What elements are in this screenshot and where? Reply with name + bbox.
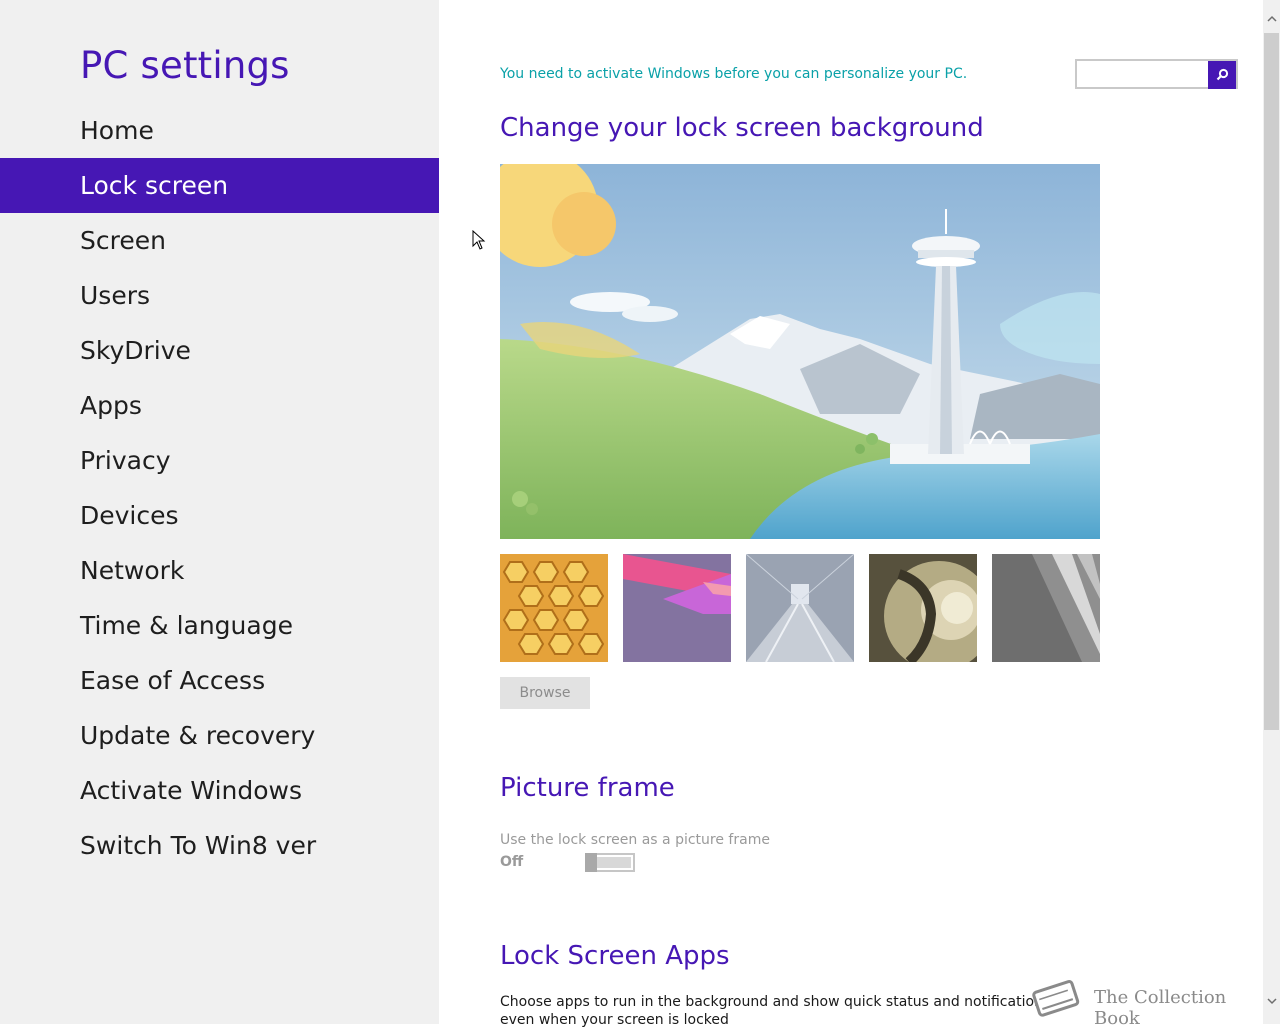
sidebar: PC settings Home Lock screen Screen User… (0, 0, 439, 1024)
sidebar-item-time-language[interactable]: Time & language (0, 598, 439, 653)
sidebar-item-privacy[interactable]: Privacy (0, 433, 439, 488)
lock-screen-apps-heading: Lock Screen Apps (500, 941, 730, 971)
sidebar-item-apps[interactable]: Apps (0, 378, 439, 433)
mouse-cursor-icon (472, 230, 486, 250)
lock-background-heading: Change your lock screen background (500, 113, 984, 143)
sidebar-item-network[interactable]: Network (0, 543, 439, 598)
thumbnail-honeycomb[interactable] (500, 554, 608, 662)
sidebar-item-switch-to-win8[interactable]: Switch To Win8 ver (0, 818, 439, 873)
thumbnail-piano-keys[interactable] (992, 554, 1100, 662)
sidebar-item-activate-windows[interactable]: Activate Windows (0, 763, 439, 818)
picture-frame-state-label: Off (500, 854, 524, 870)
sidebar-item-lock-screen[interactable]: Lock screen (0, 158, 439, 213)
page-title: PC settings (80, 44, 290, 87)
search-button[interactable] (1208, 61, 1236, 89)
picture-frame-toggle[interactable] (585, 853, 635, 872)
sidebar-item-update-recovery[interactable]: Update & recovery (0, 708, 439, 763)
vertical-scrollbar[interactable] (1263, 0, 1280, 1024)
sidebar-item-skydrive[interactable]: SkyDrive (0, 323, 439, 378)
sidebar-item-devices[interactable]: Devices (0, 488, 439, 543)
scroll-thumb[interactable] (1264, 33, 1279, 730)
thumbnail-nautilus-shell[interactable] (869, 554, 977, 662)
book-icon (1032, 980, 1080, 1017)
scroll-down-icon[interactable] (1263, 992, 1280, 1012)
search-input[interactable] (1075, 59, 1238, 89)
sidebar-item-screen[interactable]: Screen (0, 213, 439, 268)
picture-frame-heading: Picture frame (500, 773, 675, 803)
activation-notice: You need to activate Windows before you … (500, 66, 968, 82)
sidebar-item-ease-of-access[interactable]: Ease of Access (0, 653, 439, 708)
thumbnail-purple-geometric[interactable] (623, 554, 731, 662)
background-thumbnails (500, 554, 1100, 662)
sidebar-item-users[interactable]: Users (0, 268, 439, 323)
sidebar-nav: Home Lock screen Screen Users SkyDrive A… (0, 103, 439, 873)
thumbnail-train-tunnel[interactable] (746, 554, 854, 662)
toggle-thumb (585, 853, 597, 872)
picture-frame-description: Use the lock screen as a picture frame (500, 832, 770, 848)
search-icon (1216, 68, 1229, 81)
watermark: The Collection Book (1030, 976, 1262, 1029)
lock-screen-preview (500, 164, 1100, 539)
scroll-up-icon[interactable] (1263, 10, 1280, 30)
browse-button[interactable]: Browse (500, 677, 590, 709)
sidebar-item-home[interactable]: Home (0, 103, 439, 158)
watermark-text: The Collection Book (1094, 987, 1227, 1029)
main-content: You need to activate Windows before you … (440, 0, 1263, 1028)
